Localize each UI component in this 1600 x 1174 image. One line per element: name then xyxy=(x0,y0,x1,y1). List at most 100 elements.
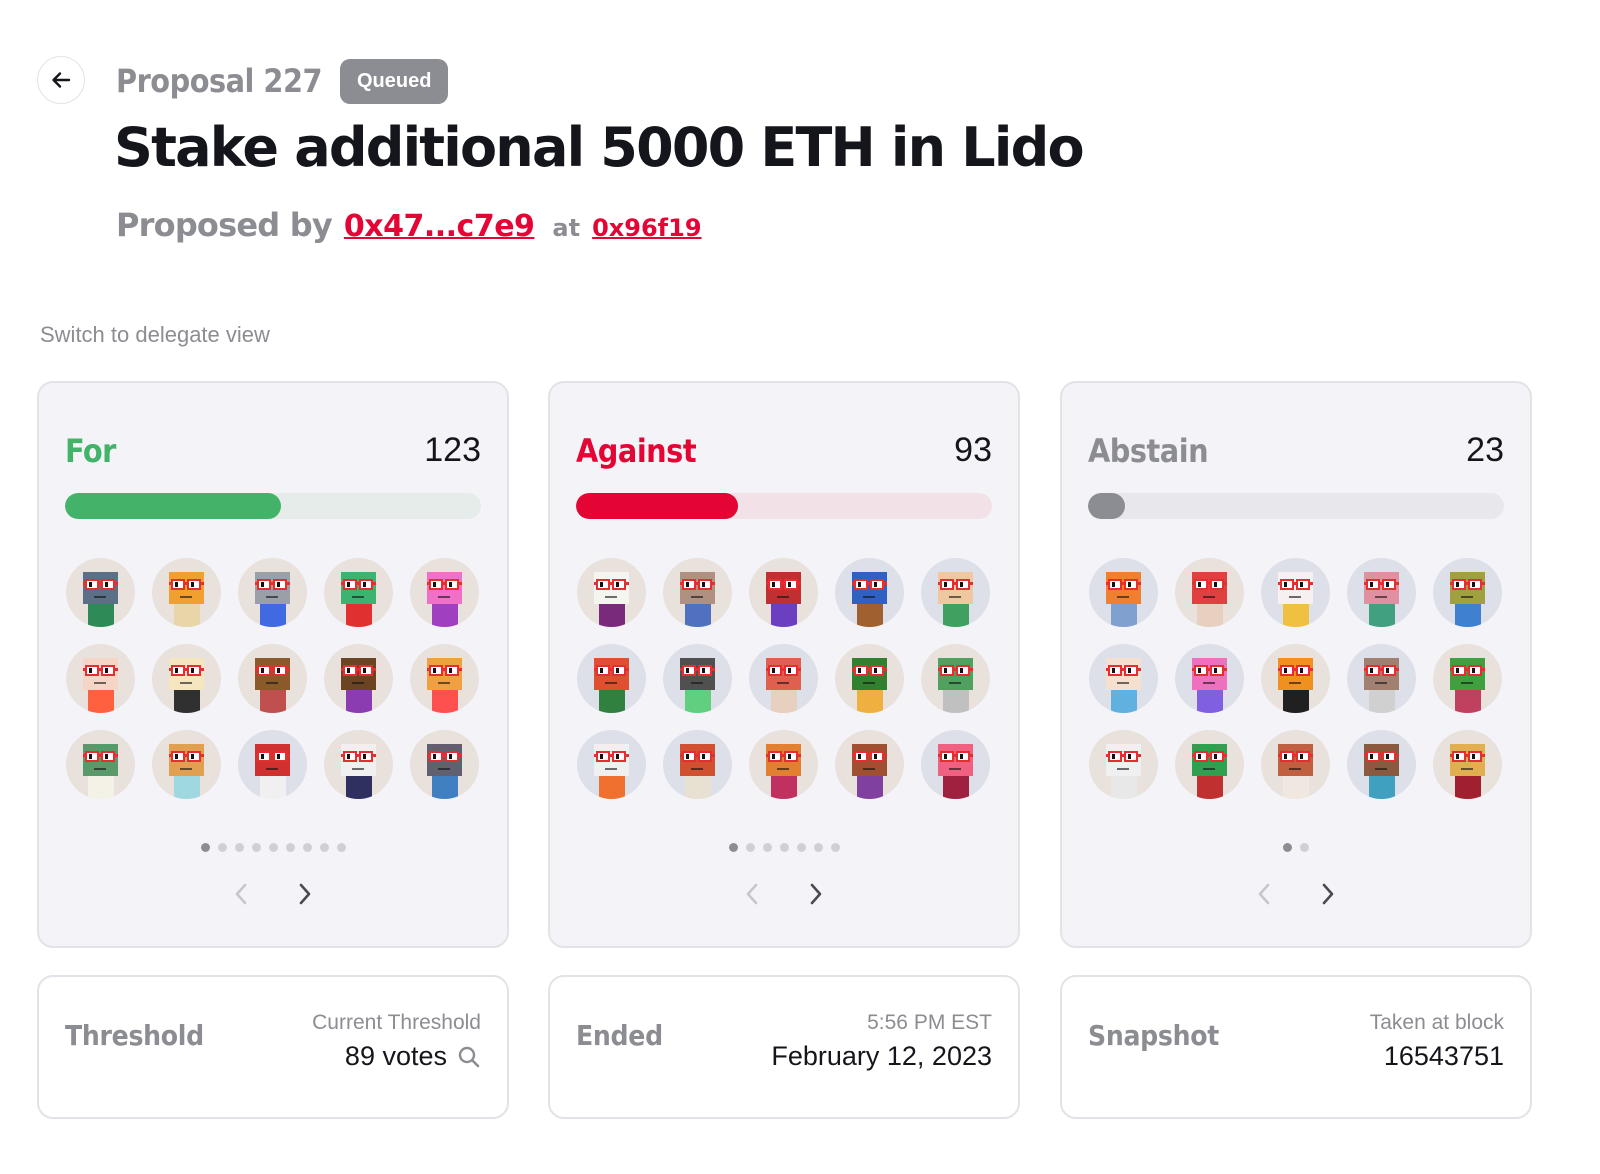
chevron-right-icon xyxy=(810,883,822,905)
pagination-dot[interactable] xyxy=(745,843,755,852)
snapshot-sublabel: Taken at block xyxy=(1369,1011,1504,1034)
vote-card-against: Against 93 xyxy=(548,381,1020,948)
next-page-button[interactable] xyxy=(1315,879,1341,909)
threshold-value: 89 votes xyxy=(344,1041,447,1071)
vote-count: 93 xyxy=(954,431,992,469)
voter-avatar[interactable] xyxy=(1175,558,1244,627)
voter-avatar[interactable] xyxy=(152,730,221,799)
voter-avatar[interactable] xyxy=(1175,644,1244,713)
voter-avatar[interactable] xyxy=(1347,730,1416,799)
voter-avatar[interactable] xyxy=(152,644,221,713)
voter-avatar[interactable] xyxy=(1433,644,1502,713)
voter-avatar[interactable] xyxy=(835,644,904,713)
voter-avatar[interactable] xyxy=(410,730,479,799)
voter-avatar[interactable] xyxy=(749,558,818,627)
voter-avatar[interactable] xyxy=(921,730,990,799)
voter-avatar[interactable] xyxy=(1433,558,1502,627)
voter-avatar[interactable] xyxy=(749,644,818,713)
pagination-dots xyxy=(550,843,1018,852)
back-button[interactable] xyxy=(37,56,85,104)
voter-avatar[interactable] xyxy=(1347,644,1416,713)
voter-avatar[interactable] xyxy=(238,644,307,713)
vote-progress-fill xyxy=(65,493,282,519)
next-page-button[interactable] xyxy=(292,879,318,909)
voter-avatar[interactable] xyxy=(835,730,904,799)
pagination-dot[interactable] xyxy=(251,843,261,852)
pagination-dot[interactable] xyxy=(268,843,278,852)
previous-page-button[interactable] xyxy=(228,879,254,909)
voter-avatar[interactable] xyxy=(66,644,135,713)
voter-avatar[interactable] xyxy=(1175,730,1244,799)
voter-avatar[interactable] xyxy=(577,558,646,627)
voter-avatar[interactable] xyxy=(324,558,393,627)
pagination-dot[interactable] xyxy=(319,843,329,852)
pagination-dot[interactable] xyxy=(1300,843,1309,852)
voter-avatar[interactable] xyxy=(835,558,904,627)
voter-avatar[interactable] xyxy=(1089,644,1158,713)
voter-avatar[interactable] xyxy=(238,558,307,627)
voter-avatar[interactable] xyxy=(1261,730,1330,799)
voter-avatar[interactable] xyxy=(577,644,646,713)
voter-avatar[interactable] xyxy=(1347,558,1416,627)
voter-avatar[interactable] xyxy=(238,730,307,799)
voter-avatar[interactable] xyxy=(921,644,990,713)
switch-delegate-view-link[interactable]: Switch to delegate view xyxy=(40,322,270,348)
voter-avatar[interactable] xyxy=(663,644,732,713)
vote-progress-fill xyxy=(576,493,739,519)
proposer-address-link[interactable]: 0x47...c7e9 xyxy=(344,209,535,244)
pagination-dot[interactable] xyxy=(728,843,738,852)
voter-avatar[interactable] xyxy=(324,730,393,799)
pagination-dot[interactable] xyxy=(813,843,823,852)
pagination-dot[interactable] xyxy=(1283,843,1292,852)
chevron-left-icon xyxy=(1258,883,1270,905)
voter-avatar[interactable] xyxy=(324,644,393,713)
previous-page-button[interactable] xyxy=(1251,879,1277,909)
next-page-button[interactable] xyxy=(803,879,829,909)
pagination-dot[interactable] xyxy=(336,843,346,852)
pagination-dot[interactable] xyxy=(302,843,312,852)
voter-avatar[interactable] xyxy=(66,730,135,799)
voter-avatar[interactable] xyxy=(410,644,479,713)
chevron-left-icon xyxy=(746,883,758,905)
pagination-dot[interactable] xyxy=(796,843,806,852)
pagination-dot[interactable] xyxy=(285,843,295,852)
voter-avatar[interactable] xyxy=(577,730,646,799)
pagination-dot[interactable] xyxy=(779,843,789,852)
pagination-dot[interactable] xyxy=(830,843,840,852)
voter-avatar[interactable] xyxy=(921,558,990,627)
voter-avatar[interactable] xyxy=(1089,730,1158,799)
block-link[interactable]: 0x96f19 xyxy=(592,214,701,242)
voter-avatar[interactable] xyxy=(1089,558,1158,627)
proposed-by-label: Proposed by xyxy=(116,206,333,244)
voter-avatar[interactable] xyxy=(1261,644,1330,713)
voter-avatar[interactable] xyxy=(410,558,479,627)
proposer-line: Proposed by 0x47...c7e9 at 0x96f19 xyxy=(116,206,702,244)
voter-avatar[interactable] xyxy=(749,730,818,799)
voter-avatar[interactable] xyxy=(152,558,221,627)
voter-avatar[interactable] xyxy=(1433,730,1502,799)
vote-progress-bar xyxy=(65,493,481,519)
voter-avatar-grid xyxy=(577,558,990,799)
voter-avatar[interactable] xyxy=(66,558,135,627)
page-title: Stake additional 5000 ETH in Lido xyxy=(114,116,1085,179)
pagination-dot[interactable] xyxy=(234,843,244,852)
ended-label: Ended xyxy=(576,1019,663,1052)
pagination-dot[interactable] xyxy=(200,843,210,852)
voter-avatar[interactable] xyxy=(1261,558,1330,627)
vote-label: Against xyxy=(576,431,697,470)
pagination-dot[interactable] xyxy=(217,843,227,852)
vote-card-abstain: Abstain 23 xyxy=(1060,381,1532,948)
voter-avatar[interactable] xyxy=(663,558,732,627)
voter-avatar[interactable] xyxy=(663,730,732,799)
previous-page-button[interactable] xyxy=(739,879,765,909)
search-icon[interactable] xyxy=(457,1045,481,1069)
voter-avatar-grid xyxy=(1089,558,1502,799)
proposal-header: Proposal 227 Queued xyxy=(116,56,449,106)
snapshot-card: Snapshot Taken at block 16543751 xyxy=(1060,975,1532,1119)
snapshot-block: 16543751 xyxy=(1383,1041,1504,1071)
ended-card: Ended 5:56 PM EST February 12, 2023 xyxy=(548,975,1020,1119)
chevron-right-icon xyxy=(299,883,311,905)
pagination-dot[interactable] xyxy=(762,843,772,852)
proposal-number: Proposal 227 xyxy=(116,62,323,100)
ended-time: 5:56 PM EST xyxy=(867,1011,992,1034)
